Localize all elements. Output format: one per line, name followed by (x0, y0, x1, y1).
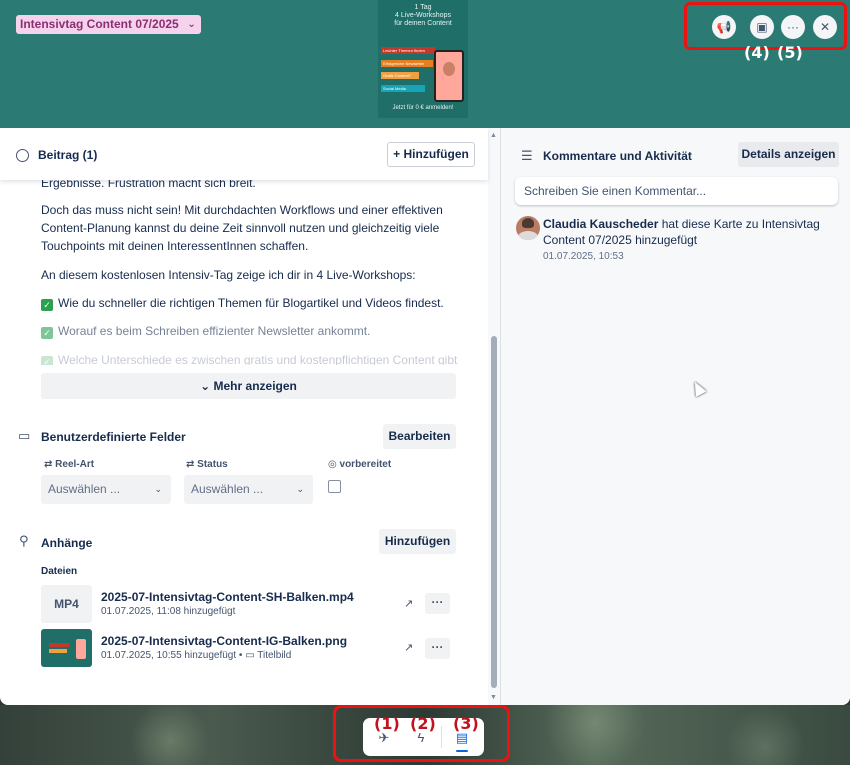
cover-tag: Leichter Themen finden (381, 47, 435, 54)
bullet-text: Welche Unterschiede es zwischen gratis u… (58, 353, 458, 365)
annotation-4: (4) (744, 43, 770, 62)
file-thumbnail[interactable] (41, 629, 92, 667)
file-meta: 01.07.2025, 10:55 hinzugefügt • ▭ Titelb… (101, 650, 291, 661)
scroll-up-icon[interactable]: ▲ (490, 132, 497, 139)
checklist-title: Beitrag (1) (38, 148, 98, 162)
chevron-down-icon: ⌄ (200, 379, 214, 393)
file-thumbnail[interactable]: MP4 (41, 585, 92, 623)
reel-art-value: Auswählen ... (48, 482, 121, 496)
scrollbar-thumb[interactable] (491, 336, 497, 688)
activity-title: Kommentare und Aktivität (543, 149, 692, 163)
field-label-reel-art: ⇄ Reel-Art (44, 459, 94, 470)
open-external-icon[interactable]: ↗ (404, 641, 413, 654)
description-bullet: ✓ Welche Unterschiede es zwischen gratis … (41, 351, 461, 365)
open-external-icon[interactable]: ↗ (404, 597, 413, 610)
reel-art-select[interactable]: Auswählen ... ⌄ (41, 475, 171, 504)
activity-entry: Claudia Kauscheder hat diese Karte zu In… (543, 216, 843, 248)
checklist-header: Beitrag (1) + Hinzufügen (0, 128, 488, 180)
cover-tag: Social Media (381, 85, 425, 92)
file-name[interactable]: 2025-07-Intensivtag-Content-SH-Balken.mp… (101, 590, 354, 604)
scrollbar[interactable]: ▲ ▼ (488, 128, 500, 705)
scroll-down-icon[interactable]: ▼ (490, 694, 497, 701)
field-label-text: vorbereitet (339, 459, 392, 470)
edit-fields-button[interactable]: Bearbeiten (383, 424, 456, 449)
thumb-portrait (76, 639, 86, 659)
cover-line2: 4 Live-Workshops (395, 12, 451, 19)
paperclip-icon: ⚲ (19, 533, 29, 548)
plus-icon: + (393, 147, 401, 161)
list-badge-label: Intensivtag Content 07/2025 (20, 17, 179, 31)
megaphone-icon[interactable]: 📢 (712, 15, 736, 39)
field-label-vorbereitet: ◎ vorbereitet (328, 459, 391, 470)
checklist-add-button[interactable]: + Hinzufügen (387, 142, 475, 167)
annotation-1: (1) (374, 714, 400, 733)
annotation-3: (3) (453, 714, 479, 733)
bullet-text: Worauf es beim Schreiben effizienter New… (58, 324, 371, 338)
chevron-down-icon: ⌄ (187, 19, 196, 30)
cover-tag: Erfolgreiche Newsletter (381, 60, 433, 67)
more-icon[interactable]: ··· (781, 15, 805, 39)
comment-icon: ☰ (521, 148, 533, 163)
show-details-button[interactable]: Details anzeigen (738, 142, 839, 167)
cover-cta: Jetzt für 0 € anmelden! (392, 105, 454, 111)
check-icon: ✓ (41, 327, 53, 339)
active-indicator (456, 750, 468, 752)
list-badge[interactable]: Intensivtag Content 07/2025 ⌄ (16, 15, 201, 34)
file-more-button[interactable]: ··· (425, 638, 450, 659)
cover-line3: für deinen Content (394, 20, 452, 27)
cover-line1: 1 Tag (414, 4, 432, 11)
activity-user[interactable]: Claudia Kauscheder (543, 217, 658, 231)
card-main-column: Beitrag (1) + Hinzufügen Ergebnisse. Fru… (0, 128, 500, 705)
annotation-2: (2) (410, 714, 436, 733)
check-icon: ✓ (41, 356, 53, 365)
attachments-title: Anhänge (41, 536, 93, 550)
toolbar-divider (441, 726, 442, 748)
field-label-text: Status (197, 459, 228, 470)
bullet-text: Wie du schneller die richtigen Themen fü… (58, 296, 444, 310)
field-label-status: ⇄ Status (186, 459, 228, 470)
thumb-bar (49, 643, 69, 647)
card-detail-modal: Intensivtag Content 07/2025 ⌄ 1 Tag 4 Li… (0, 0, 850, 705)
description-para2: An diesem kostenlosen Intensiv-Tag zeige… (41, 268, 416, 282)
checklist-circle-icon[interactable] (16, 149, 29, 162)
cover-tag: Gratis Content? (381, 72, 419, 79)
cover-image[interactable]: 1 Tag 4 Live-Workshops für deinen Conten… (378, 0, 468, 118)
show-more-label: Mehr anzeigen (213, 379, 297, 393)
checklist-add-label: Hinzufügen (403, 147, 469, 161)
custom-fields-icon: ▭ (18, 428, 31, 443)
cover-label: Titelbild (257, 650, 292, 661)
activity-panel: ☰ Kommentare und Aktivität Details anzei… (500, 128, 850, 705)
field-icon: ⇄ (44, 459, 56, 470)
file-name[interactable]: 2025-07-Intensivtag-Content-IG-Balken.pn… (101, 634, 347, 648)
cover-image-icon: ▭ (245, 650, 255, 661)
image-icon[interactable]: ▣ (750, 15, 774, 39)
close-icon[interactable]: ✕ (813, 15, 837, 39)
custom-fields-title: Benutzerdefinierte Felder (41, 430, 186, 444)
activity-date[interactable]: 01.07.2025, 10:53 (543, 251, 624, 262)
chevron-down-icon: ⌄ (154, 484, 162, 494)
field-label-text: Reel-Art (55, 459, 95, 470)
field-icon: ⇄ (186, 459, 198, 470)
card-cover-header: Intensivtag Content 07/2025 ⌄ 1 Tag 4 Li… (0, 0, 850, 128)
chevron-down-icon: ⌄ (296, 484, 304, 494)
attachments-add-button[interactable]: Hinzufügen (379, 529, 456, 554)
status-select[interactable]: Auswählen ... ⌄ (184, 475, 313, 504)
check-icon: ✓ (41, 299, 53, 311)
vorbereitet-checkbox[interactable] (328, 480, 341, 493)
file-more-button[interactable]: ··· (425, 593, 450, 614)
file-meta: 01.07.2025, 11:08 hinzugefügt (101, 606, 236, 617)
cover-portrait (434, 50, 464, 102)
description-para1: Doch das muss nicht sein! Mit durchdacht… (41, 203, 443, 253)
comment-input[interactable]: Schreiben Sie einen Kommentar... (515, 177, 838, 205)
file-meta-text: 01.07.2025, 10:55 hinzugefügt • (101, 650, 243, 661)
description-bullet: ✓ Wie du schneller die richtigen Themen f… (41, 294, 461, 312)
thumb-bar (49, 649, 67, 653)
avatar[interactable] (516, 216, 540, 240)
annotation-5: (5) (777, 43, 803, 62)
description-bullet: ✓ Worauf es beim Schreiben effizienter Ne… (41, 322, 461, 340)
show-more-button[interactable]: ⌄ Mehr anzeigen (41, 373, 456, 399)
files-label: Dateien (41, 566, 78, 577)
status-value: Auswählen ... (191, 482, 264, 496)
check-circle-icon: ◎ (328, 459, 340, 470)
